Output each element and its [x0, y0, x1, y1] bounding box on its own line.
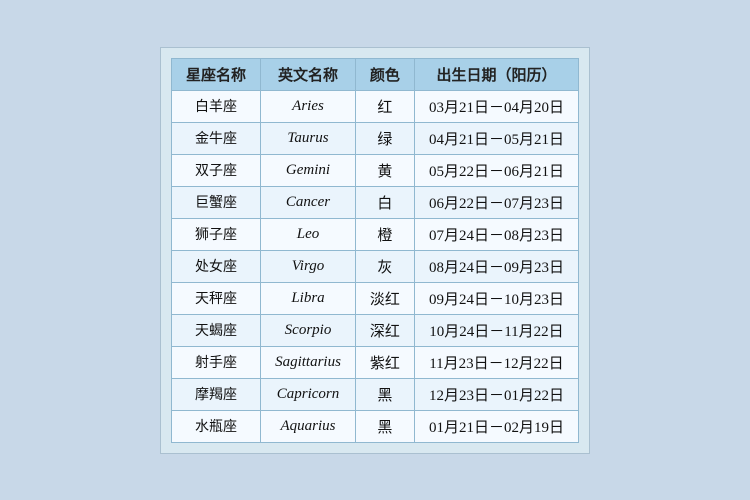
table-cell: 天秤座	[172, 282, 261, 314]
table-cell: 橙	[355, 218, 414, 250]
table-cell: 绿	[355, 122, 414, 154]
table-row: 天蝎座Scorpio深红10月24日－11月22日	[172, 314, 579, 346]
table-row: 狮子座Leo橙07月24日－08月23日	[172, 218, 579, 250]
table-cell: 04月21日－05月21日	[414, 122, 578, 154]
table-row: 巨蟹座Cancer白06月22日－07月23日	[172, 186, 579, 218]
table-cell: 黑	[355, 378, 414, 410]
table-cell: 处女座	[172, 250, 261, 282]
table-cell: 巨蟹座	[172, 186, 261, 218]
table-cell: Virgo	[261, 250, 356, 282]
table-cell: 白	[355, 186, 414, 218]
table-cell: 10月24日－11月22日	[414, 314, 578, 346]
table-cell: Gemini	[261, 154, 356, 186]
table-cell: 狮子座	[172, 218, 261, 250]
table-cell: 09月24日－10月23日	[414, 282, 578, 314]
table-cell: 灰	[355, 250, 414, 282]
table-cell: 深红	[355, 314, 414, 346]
table-header-cell: 出生日期（阳历）	[414, 58, 578, 90]
table-cell: 水瓶座	[172, 410, 261, 442]
table-cell: 双子座	[172, 154, 261, 186]
table-cell: 05月22日－06月21日	[414, 154, 578, 186]
table-cell: 06月22日－07月23日	[414, 186, 578, 218]
table-cell: Libra	[261, 282, 356, 314]
table-cell: 淡红	[355, 282, 414, 314]
table-header-row: 星座名称英文名称颜色出生日期（阳历）	[172, 58, 579, 90]
table-cell: Aquarius	[261, 410, 356, 442]
zodiac-table: 星座名称英文名称颜色出生日期（阳历） 白羊座Aries红03月21日－04月20…	[171, 58, 579, 443]
table-cell: Leo	[261, 218, 356, 250]
table-row: 处女座Virgo灰08月24日－09月23日	[172, 250, 579, 282]
table-header-cell: 英文名称	[261, 58, 356, 90]
table-cell: 08月24日－09月23日	[414, 250, 578, 282]
table-row: 射手座Sagittarius紫红11月23日－12月22日	[172, 346, 579, 378]
table-row: 水瓶座Aquarius黑01月21日－02月19日	[172, 410, 579, 442]
table-cell: Aries	[261, 90, 356, 122]
table-cell: Taurus	[261, 122, 356, 154]
table-cell: 金牛座	[172, 122, 261, 154]
table-cell: 红	[355, 90, 414, 122]
table-cell: Cancer	[261, 186, 356, 218]
table-cell: Sagittarius	[261, 346, 356, 378]
table-row: 双子座Gemini黄05月22日－06月21日	[172, 154, 579, 186]
table-cell: 01月21日－02月19日	[414, 410, 578, 442]
table-cell: 摩羯座	[172, 378, 261, 410]
table-header-cell: 颜色	[355, 58, 414, 90]
table-row: 金牛座Taurus绿04月21日－05月21日	[172, 122, 579, 154]
table-cell: 11月23日－12月22日	[414, 346, 578, 378]
zodiac-table-container: 星座名称英文名称颜色出生日期（阳历） 白羊座Aries红03月21日－04月20…	[160, 47, 590, 454]
table-cell: Scorpio	[261, 314, 356, 346]
table-cell: 白羊座	[172, 90, 261, 122]
table-row: 摩羯座Capricorn黑12月23日－01月22日	[172, 378, 579, 410]
table-header-cell: 星座名称	[172, 58, 261, 90]
table-cell: 黄	[355, 154, 414, 186]
table-row: 白羊座Aries红03月21日－04月20日	[172, 90, 579, 122]
table-cell: 12月23日－01月22日	[414, 378, 578, 410]
table-cell: Capricorn	[261, 378, 356, 410]
table-cell: 黑	[355, 410, 414, 442]
table-row: 天秤座Libra淡红09月24日－10月23日	[172, 282, 579, 314]
table-cell: 紫红	[355, 346, 414, 378]
table-cell: 射手座	[172, 346, 261, 378]
table-cell: 天蝎座	[172, 314, 261, 346]
table-cell: 07月24日－08月23日	[414, 218, 578, 250]
table-cell: 03月21日－04月20日	[414, 90, 578, 122]
